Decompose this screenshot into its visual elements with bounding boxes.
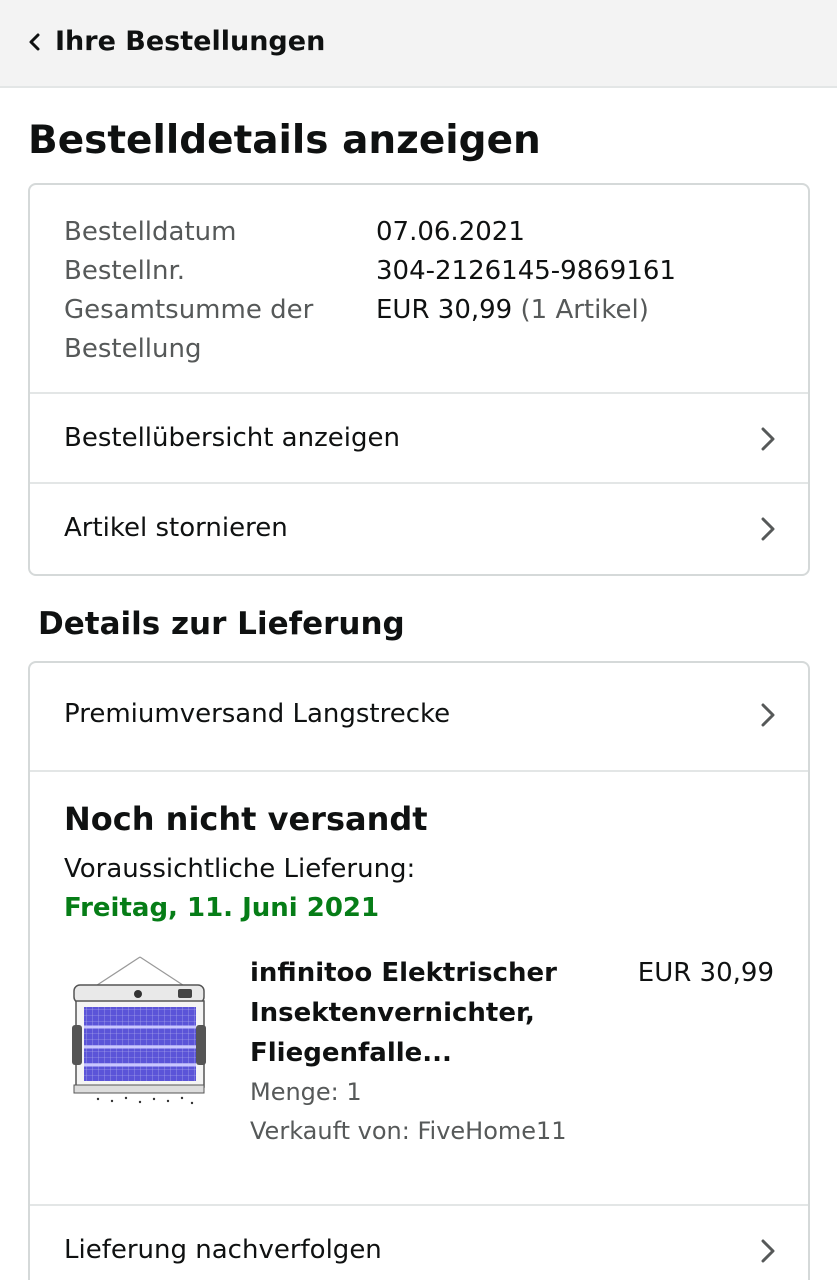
chevron-right-icon — [761, 703, 775, 727]
view-order-summary-row[interactable]: Bestellübersicht anzeigen — [30, 392, 808, 482]
shipping-method-row[interactable]: Premiumversand Langstrecke — [30, 663, 808, 751]
track-delivery-label: Lieferung nachverfolgen — [64, 1235, 382, 1265]
order-total-value-group: EUR 30,99 (1 Artikel) — [376, 291, 649, 330]
product-title-link[interactable]: infinitoo Elektrischer Insektenvernichte… — [250, 953, 580, 1073]
order-item-count: (1 Artikel) — [520, 295, 649, 325]
delivery-section-title: Details zur Lieferung — [38, 606, 405, 642]
product-title-line2: Insektenvernichter, — [250, 998, 535, 1028]
track-delivery-row[interactable]: Lieferung nachverfolgen — [30, 1204, 808, 1280]
order-total-label-line1: Gesamtsumme der — [64, 295, 314, 325]
order-date-label: Bestelldatum — [64, 217, 237, 247]
cancel-items-row[interactable]: Artikel stornieren — [30, 482, 808, 572]
estimated-delivery-date: Freitag, 11. Juni 2021 — [64, 893, 380, 923]
shipping-method-label: Premiumversand Langstrecke — [64, 699, 451, 729]
product-title-line3: Fliegenfalle... — [250, 1038, 452, 1068]
back-chevron-icon[interactable] — [26, 31, 44, 53]
product-quantity: Menge: 1 — [250, 1078, 362, 1106]
order-summary: Bestelldatum 07.06.2021 Bestellnr. 304-2… — [64, 213, 784, 369]
order-number-row: Bestellnr. 304-2126145-9869161 — [64, 252, 784, 291]
product-price: EUR 30,99 — [637, 958, 774, 988]
order-total-row: Gesamtsumme der Bestellung EUR 30,99 (1 … — [64, 291, 784, 369]
chevron-right-icon — [761, 1239, 775, 1263]
order-total-label-line2: Bestellung — [64, 334, 202, 364]
delivery-card: Premiumversand Langstrecke Noch nicht ve… — [28, 661, 810, 1280]
product-seller: Verkauft von: FiveHome11 — [250, 1117, 567, 1145]
bug-zapper-product-image[interactable] — [68, 955, 210, 1107]
order-total-label: Gesamtsumme der Bestellung — [64, 291, 354, 369]
top-navigation-bar: Ihre Bestellungen — [0, 0, 837, 88]
cancel-items-label: Artikel stornieren — [64, 513, 288, 543]
chevron-right-icon — [761, 517, 775, 541]
order-number-value: 304-2126145-9869161 — [376, 256, 676, 286]
order-total-value: EUR 30,99 — [376, 295, 513, 325]
page-title: Bestelldetails anzeigen — [28, 118, 541, 163]
order-summary-card: Bestelldatum 07.06.2021 Bestellnr. 304-2… — [28, 183, 810, 576]
order-date-row: Bestelldatum 07.06.2021 — [64, 213, 784, 252]
divider — [30, 770, 808, 772]
estimated-delivery-label: Voraussichtliche Lieferung: — [64, 854, 416, 884]
shipment-status: Noch nicht versandt — [64, 800, 428, 838]
order-number-label: Bestellnr. — [64, 256, 186, 286]
view-order-summary-label: Bestellübersicht anzeigen — [64, 423, 400, 453]
back-to-orders-link[interactable]: Ihre Bestellungen — [55, 24, 325, 60]
chevron-right-icon — [761, 427, 775, 451]
product-title-line1: infinitoo Elektrischer — [250, 958, 557, 988]
order-date-value: 07.06.2021 — [376, 217, 525, 247]
